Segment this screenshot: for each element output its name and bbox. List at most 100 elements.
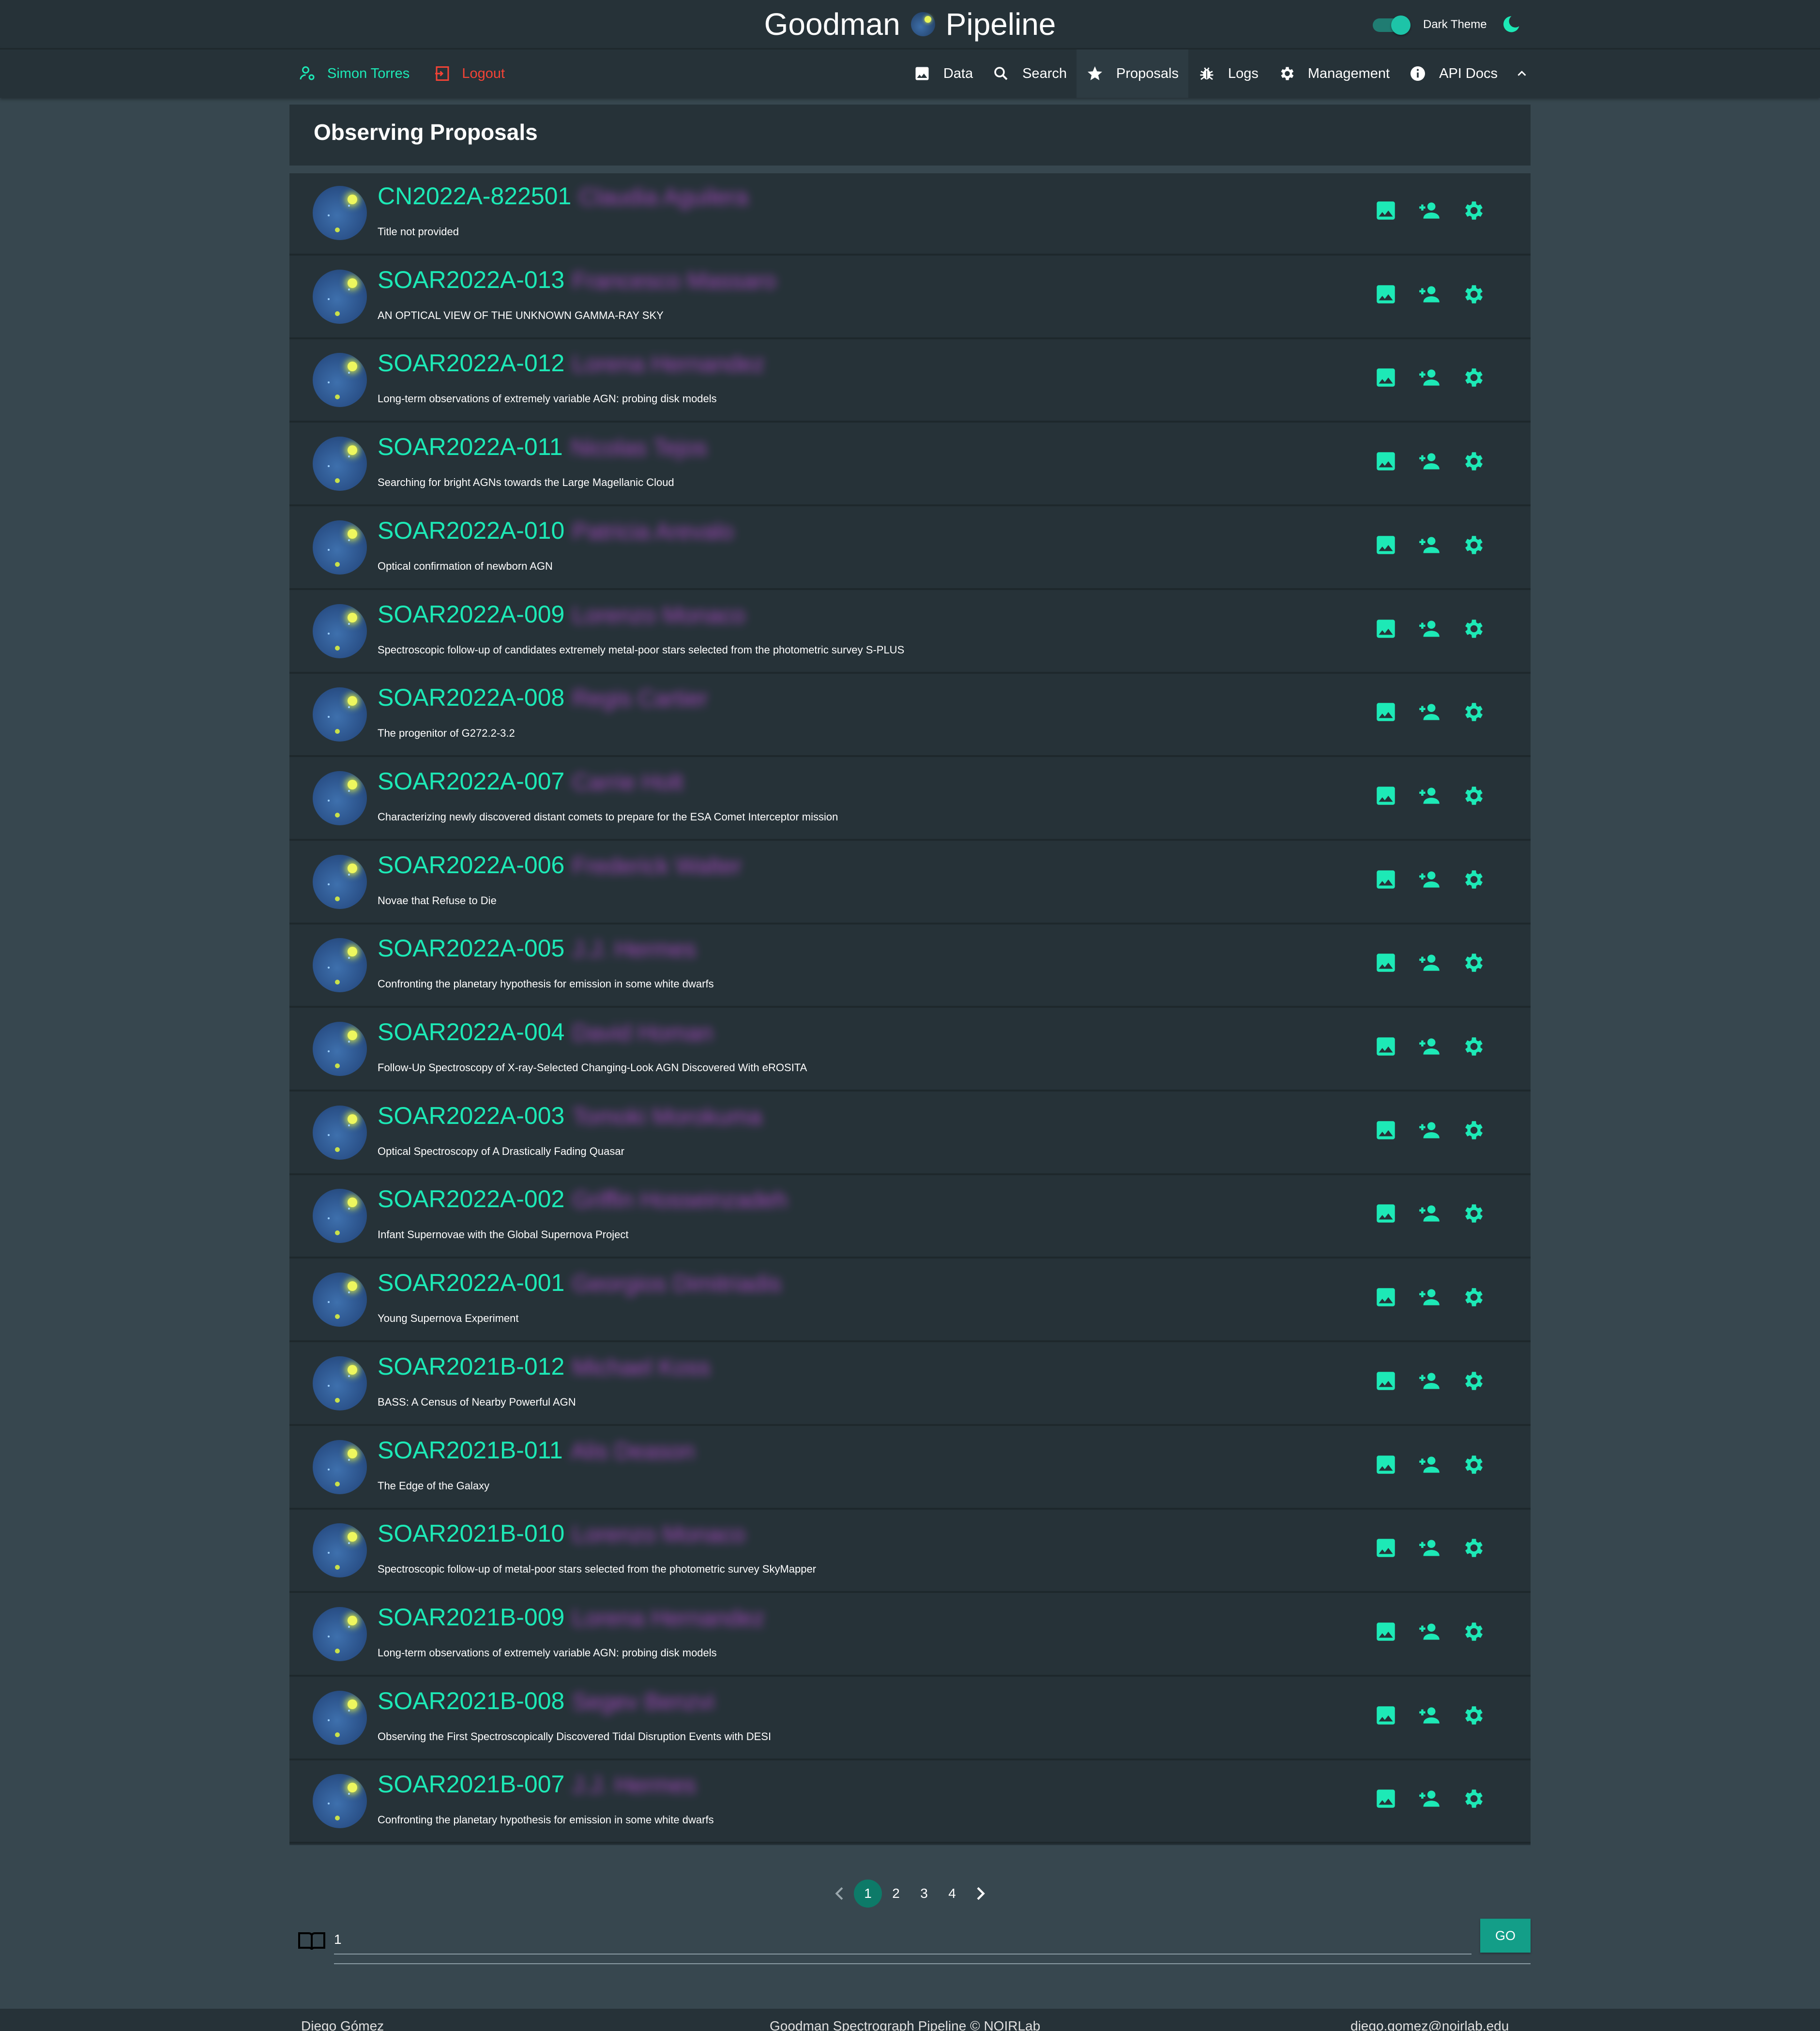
view-images-button[interactable] [1374,617,1398,643]
add-member-button[interactable] [1417,867,1441,894]
view-images-button[interactable] [1374,1620,1398,1646]
view-images-button[interactable] [1374,533,1398,560]
proposal-settings-button[interactable] [1461,951,1485,977]
view-images-button[interactable] [1374,1201,1398,1228]
proposal-row[interactable]: SOAR2022A-003 Tomoki Morokuma Optical Spec… [289,1093,1531,1175]
proposal-row[interactable]: SOAR2022A-010 Patricia Arevalo Optical con… [289,508,1531,590]
proposal-code[interactable]: CN2022A-822501 [378,182,571,210]
add-member-button[interactable] [1417,1285,1441,1312]
proposal-code[interactable]: SOAR2022A-009 [378,600,564,628]
proposal-settings-button[interactable] [1461,1453,1485,1479]
proposal-settings-button[interactable] [1461,867,1485,894]
proposal-code[interactable]: SOAR2022A-013 [378,266,564,294]
go-button[interactable]: GO [1480,1919,1531,1953]
proposal-row[interactable]: SOAR2021B-011 Alis Deason The Edge of the … [289,1427,1531,1510]
add-member-button[interactable] [1417,282,1441,309]
proposal-settings-button[interactable] [1461,449,1485,476]
nav-item-data[interactable]: Data [904,49,983,98]
footer-email[interactable]: diego.gomez@noirlab.edu [1350,2018,1509,2031]
proposal-row[interactable]: SOAR2022A-009 Lorenzo Monaco Spectroscopic… [289,591,1531,674]
add-member-button[interactable] [1417,1620,1441,1646]
proposal-row[interactable]: SOAR2022A-007 Carrie Holt Characterizing n… [289,758,1531,841]
proposal-code[interactable]: SOAR2022A-001 [378,1269,564,1297]
proposal-settings-button[interactable] [1461,198,1485,225]
proposal-row[interactable]: SOAR2022A-012 Lorena Hernandez Long-term o… [289,340,1531,423]
nav-item-proposals[interactable]: Proposals [1076,49,1188,98]
page-jump-input[interactable] [334,1925,1471,1955]
proposal-settings-button[interactable] [1461,784,1485,810]
page-button-3[interactable]: 3 [910,1879,938,1908]
proposal-row[interactable]: SOAR2022A-006 Frederick Walter Novae that … [289,842,1531,925]
add-member-button[interactable] [1417,198,1441,225]
proposal-row[interactable]: SOAR2021B-010 Lorenzo Monaco Spectroscopic… [289,1511,1531,1593]
proposal-code[interactable]: SOAR2021B-012 [378,1352,564,1380]
proposal-settings-button[interactable] [1461,1034,1485,1061]
nav-item-management[interactable]: Management [1268,49,1399,98]
proposal-row[interactable]: SOAR2022A-001 Georgios Dimitriadis Young S… [289,1260,1531,1342]
dark-theme-toggle[interactable] [1373,15,1411,35]
proposal-code[interactable]: SOAR2022A-006 [378,851,564,879]
view-images-button[interactable] [1374,1369,1398,1395]
nav-item-api-docs[interactable]: API Docs [1399,49,1507,98]
add-member-button[interactable] [1417,1201,1441,1228]
add-member-button[interactable] [1417,449,1441,476]
proposal-row[interactable]: SOAR2022A-002 Griffin Hosseinzadeh Infant … [289,1176,1531,1258]
view-images-button[interactable] [1374,1536,1398,1562]
proposal-code[interactable]: SOAR2022A-007 [378,767,564,795]
proposal-settings-button[interactable] [1461,1620,1485,1646]
view-images-button[interactable] [1374,449,1398,476]
proposal-settings-button[interactable] [1461,1285,1485,1312]
proposal-settings-button[interactable] [1461,1201,1485,1228]
page-button-2[interactable]: 2 [882,1879,910,1908]
proposal-code[interactable]: SOAR2021B-010 [378,1519,564,1547]
proposal-code[interactable]: SOAR2022A-005 [378,934,564,962]
add-member-button[interactable] [1417,1703,1441,1730]
prev-page-button[interactable] [826,1879,854,1908]
proposal-row[interactable]: SOAR2021B-009 Lorena Hernandez Long-term o… [289,1594,1531,1677]
view-images-button[interactable] [1374,1453,1398,1479]
nav-item-search[interactable]: Search [983,49,1077,98]
add-member-button[interactable] [1417,533,1441,560]
proposal-row[interactable]: SOAR2022A-013 Francesco Massaro AN OPTICAL… [289,257,1531,339]
proposal-settings-button[interactable] [1461,1369,1485,1395]
add-member-button[interactable] [1417,1453,1441,1479]
proposal-code[interactable]: SOAR2021B-009 [378,1603,564,1631]
proposal-settings-button[interactable] [1461,365,1485,392]
view-images-button[interactable] [1374,867,1398,894]
proposal-settings-button[interactable] [1461,617,1485,643]
next-page-button[interactable] [966,1879,994,1908]
add-member-button[interactable] [1417,1369,1441,1395]
proposal-code[interactable]: SOAR2021B-007 [378,1770,564,1798]
proposal-row[interactable]: SOAR2022A-011 Nicolas Tejos Searching for … [289,424,1531,506]
proposal-settings-button[interactable] [1461,700,1485,727]
proposal-settings-button[interactable] [1461,1787,1485,1813]
view-images-button[interactable] [1374,1034,1398,1061]
proposal-row[interactable]: CN2022A-822501 Claudia Aguilera Title not … [289,173,1531,256]
proposal-settings-button[interactable] [1461,1118,1485,1145]
view-images-button[interactable] [1374,951,1398,977]
logout-link[interactable]: Logout [434,65,505,82]
proposal-code[interactable]: SOAR2021B-011 [378,1436,563,1464]
proposal-row[interactable]: SOAR2021B-007 J.J. Hermes Confronting the … [289,1761,1531,1844]
add-member-button[interactable] [1417,1536,1441,1562]
proposal-code[interactable]: SOAR2022A-012 [378,349,564,377]
proposal-settings-button[interactable] [1461,533,1485,560]
proposal-code[interactable]: SOAR2021B-008 [378,1687,564,1715]
add-member-button[interactable] [1417,700,1441,727]
add-member-button[interactable] [1417,784,1441,810]
proposal-row[interactable]: SOAR2021B-008 Segev Benzvi Observing the F… [289,1678,1531,1760]
proposal-row[interactable]: SOAR2022A-004 David Homan Follow-Up Spectr… [289,1009,1531,1091]
collapse-nav-button[interactable] [1507,49,1536,98]
page-button-1[interactable]: 1 [854,1879,882,1908]
proposal-code[interactable]: SOAR2022A-003 [378,1102,564,1130]
view-images-button[interactable] [1374,1703,1398,1730]
proposal-settings-button[interactable] [1461,1703,1485,1730]
proposal-settings-button[interactable] [1461,282,1485,309]
proposal-code[interactable]: SOAR2022A-011 [378,433,563,461]
nav-item-logs[interactable]: Logs [1188,49,1268,98]
view-images-button[interactable] [1374,282,1398,309]
proposal-settings-button[interactable] [1461,1536,1485,1562]
add-member-button[interactable] [1417,617,1441,643]
view-images-button[interactable] [1374,1787,1398,1813]
view-images-button[interactable] [1374,700,1398,727]
